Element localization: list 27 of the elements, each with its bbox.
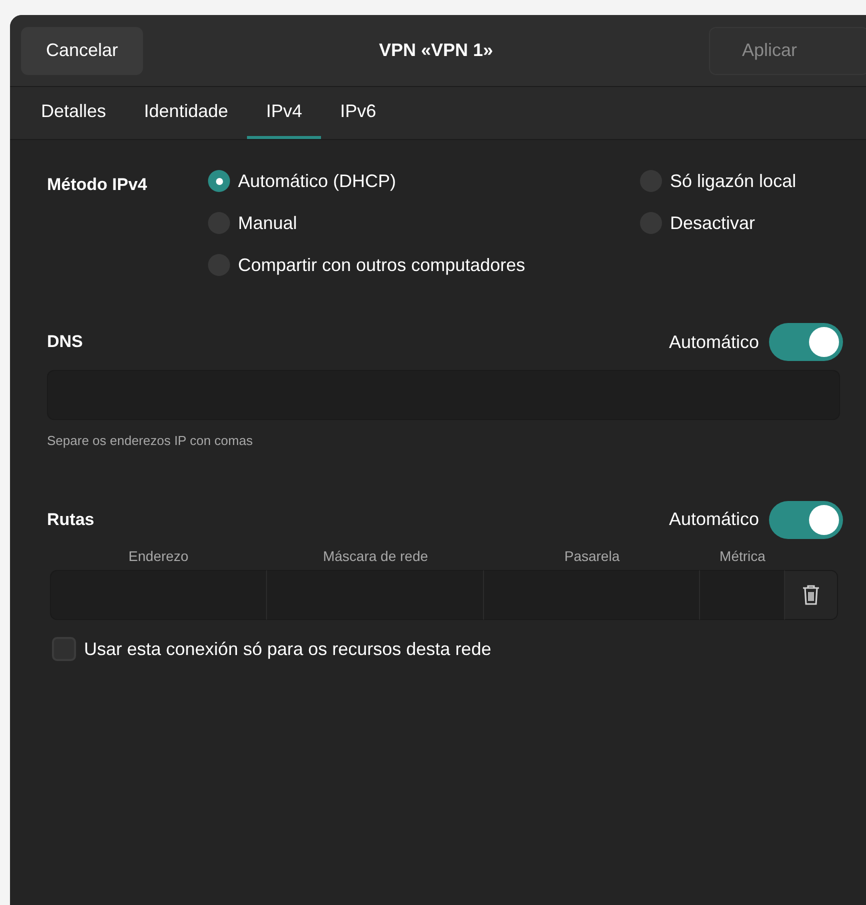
tab[interactable]: Detalles <box>22 87 126 139</box>
toggle-label: Automático <box>668 508 759 531</box>
toggle-switch[interactable] <box>769 500 843 538</box>
column-header: Máscara de rede <box>322 546 428 566</box>
section-title: DNS <box>47 331 83 354</box>
toggle-label: Automático <box>668 330 759 354</box>
tab[interactable]: IPv4 <box>247 87 322 139</box>
column-header: Pasarela <box>564 546 620 566</box>
tab[interactable]: IPv6 <box>321 87 396 139</box>
checkbox-label: Usar esta conexión só para os recursos desta rede <box>84 638 492 661</box>
hint-text: Separe os enderezos IP con comas <box>47 432 254 450</box>
column-header: Métrica <box>720 546 766 566</box>
radio-label: Manual <box>238 212 298 234</box>
delete-icon[interactable] <box>802 584 820 606</box>
cancel-button[interactable]: Cancelar <box>21 26 144 74</box>
window-title: VPN «VPN 1» <box>378 39 494 62</box>
checkbox[interactable] <box>52 637 76 661</box>
radio-label: Compartir con outros computadores <box>238 254 526 277</box>
section-title: Rutas <box>47 508 94 531</box>
tab[interactable]: Identidade <box>125 87 248 139</box>
toggle-switch[interactable] <box>769 323 843 361</box>
radio-label: Automático (DHCP) <box>238 170 396 193</box>
column-header: Enderezo <box>128 546 188 566</box>
radio-label: Só ligazón local <box>670 170 796 193</box>
method-label: Método IPv4 <box>47 174 148 196</box>
radio-button[interactable] <box>208 170 230 192</box>
radio-label: Desactivar <box>670 212 756 234</box>
